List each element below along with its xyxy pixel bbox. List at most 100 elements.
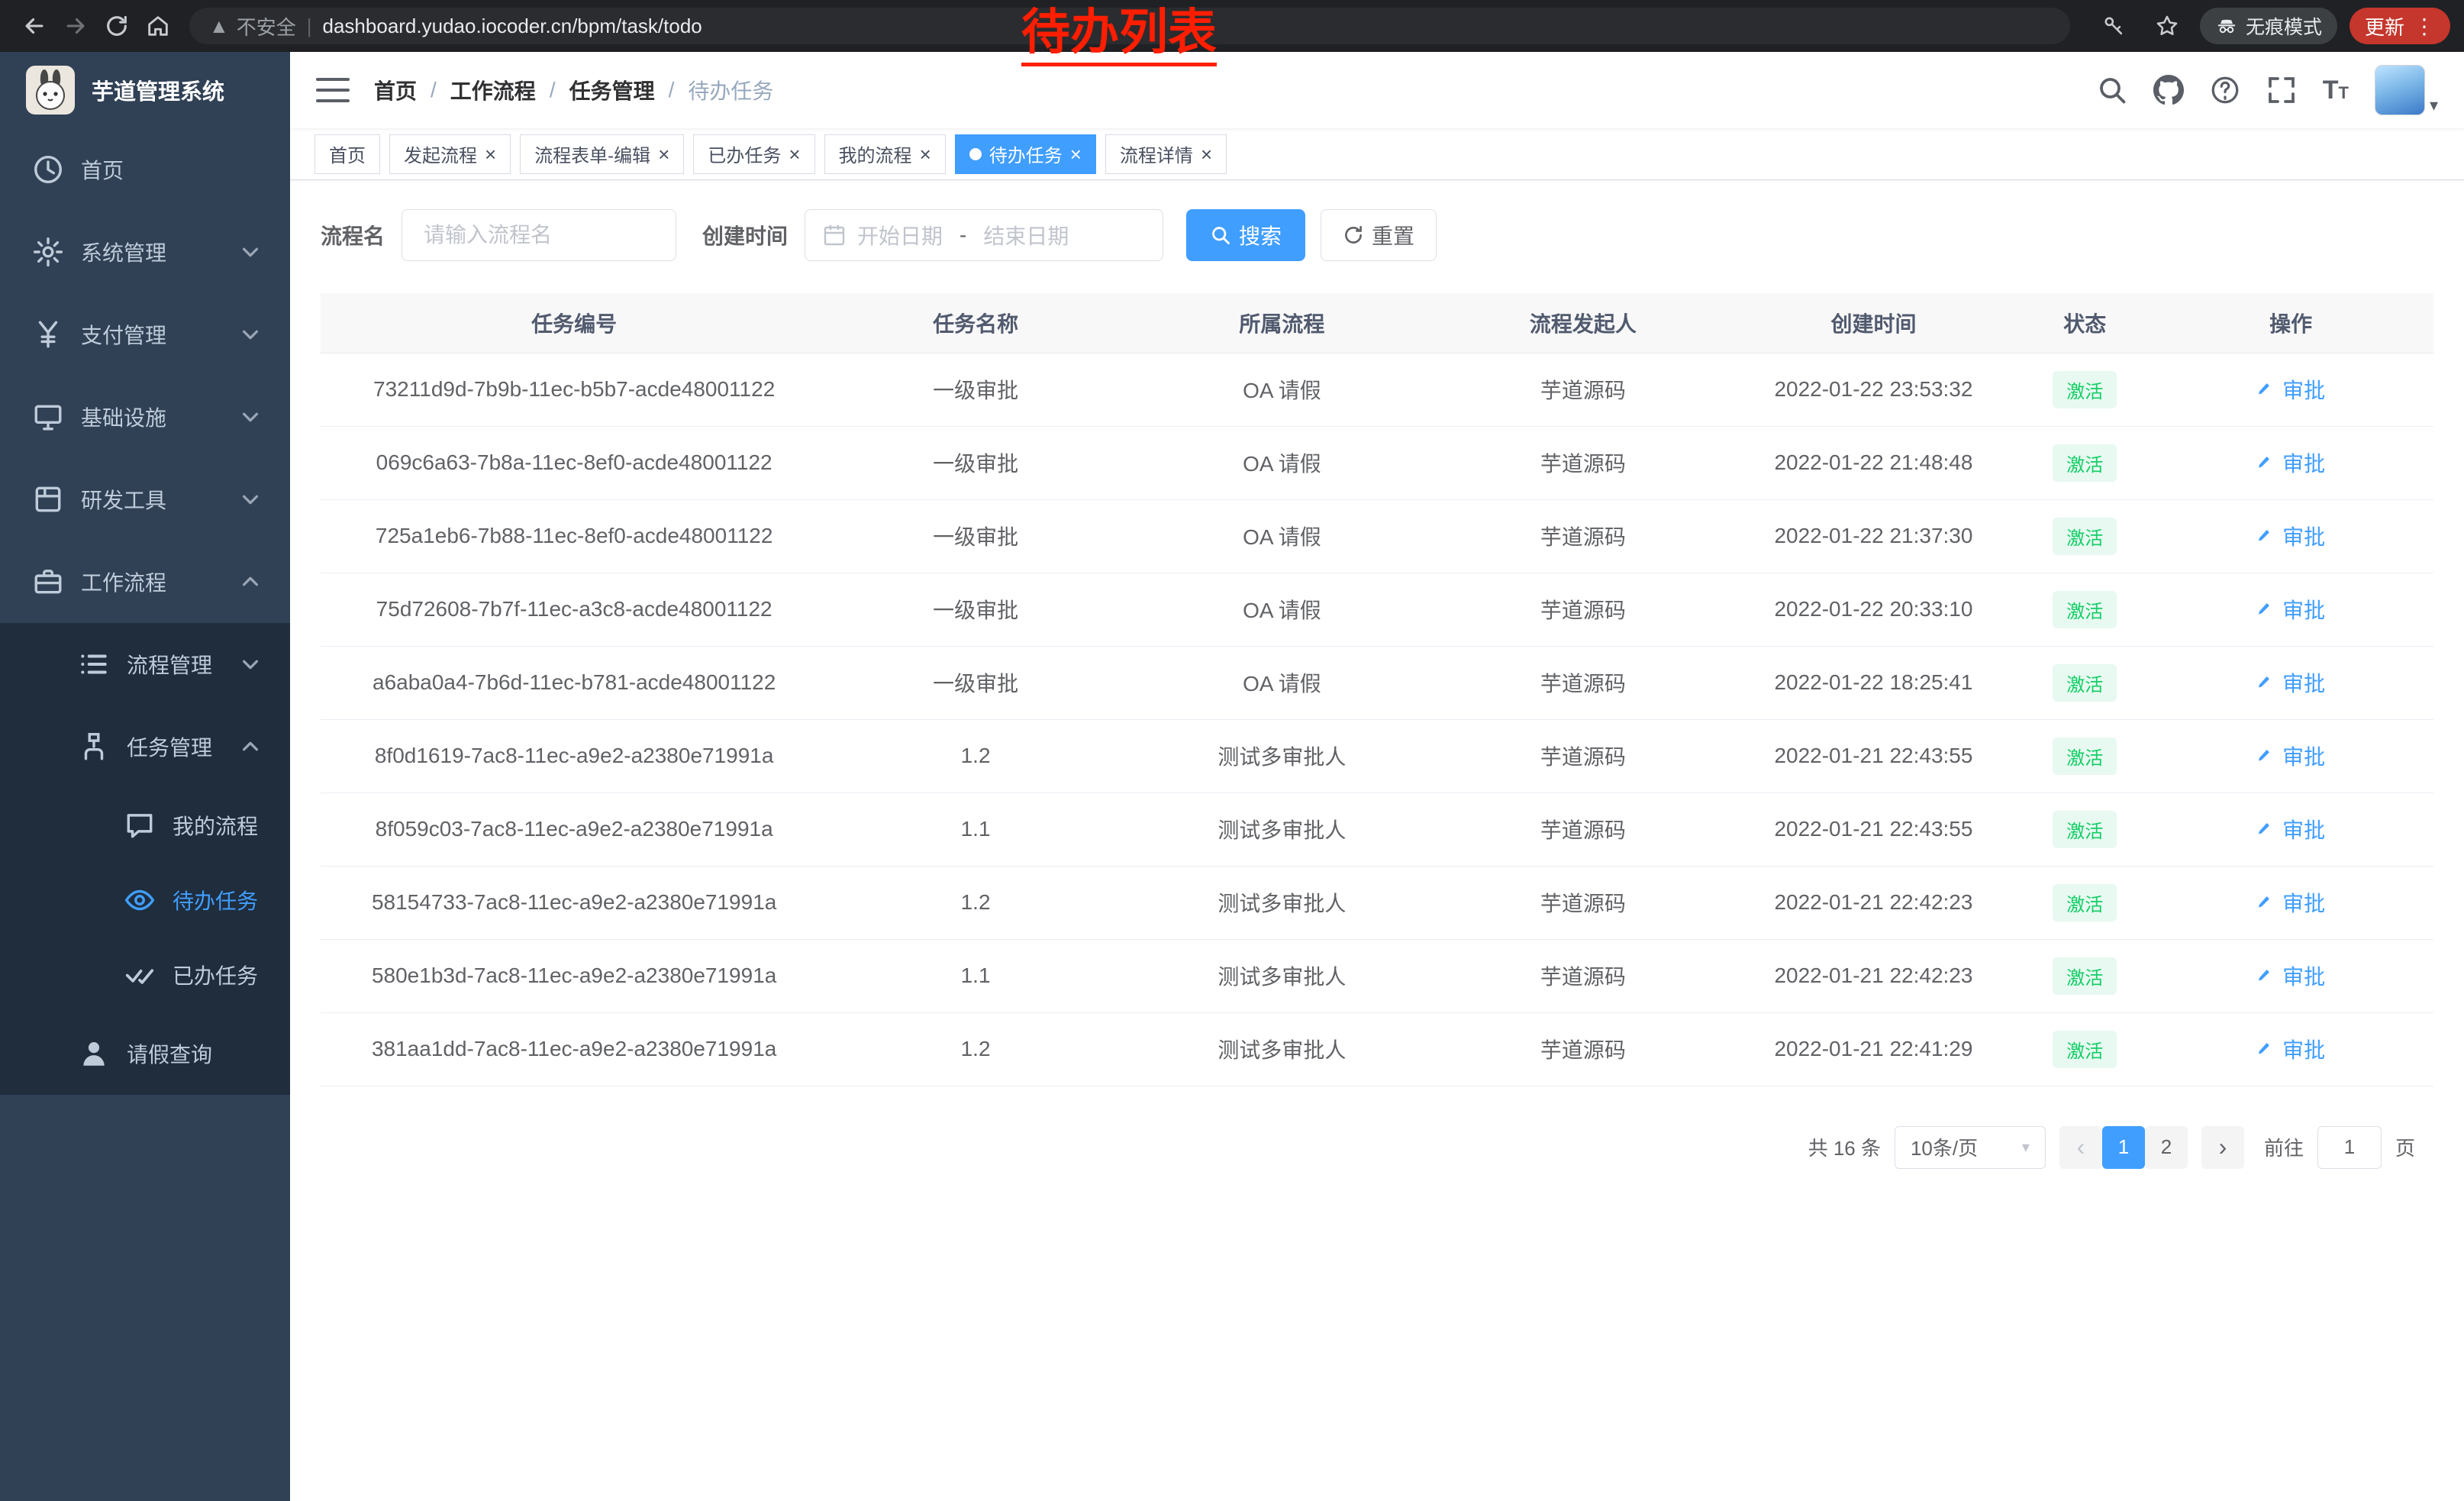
tab-6[interactable]: 流程详情×	[1105, 134, 1227, 174]
sidebar-item-my-process[interactable]: 我的流程	[0, 788, 290, 863]
table-cell: 激活	[2021, 646, 2148, 719]
infrastructure-icon	[32, 401, 64, 433]
chevron-down-icon	[240, 406, 261, 428]
status-badge: 激活	[2053, 518, 2117, 555]
table-cell: 2022-01-21 22:42:23	[1726, 939, 2022, 1012]
approve-link[interactable]: 审批	[2256, 814, 2325, 844]
tab-4[interactable]: 我的流程×	[824, 134, 946, 174]
sidebar-item-leave-query[interactable]: 请假查询	[0, 1012, 290, 1095]
tab-5[interactable]: 待办任务×	[955, 134, 1096, 174]
app-logo-row[interactable]: 芋道管理系统	[0, 52, 290, 128]
end-date-placeholder: 结束日期	[983, 220, 1069, 250]
page-button-1[interactable]: 1	[2102, 1126, 2145, 1169]
sidebar-item-done-tasks[interactable]: 已办任务	[0, 938, 290, 1012]
security-label: 不安全	[237, 12, 296, 40]
approve-link[interactable]: 审批	[2256, 887, 2325, 918]
approve-link[interactable]: 审批	[2256, 374, 2325, 405]
breadcrumb-item[interactable]: 任务管理	[569, 75, 655, 105]
sidebar-item-todo-tasks[interactable]: 待办任务	[0, 863, 290, 938]
edit-pen-icon	[2256, 819, 2276, 839]
approve-link[interactable]: 审批	[2256, 521, 2325, 551]
close-icon[interactable]: ×	[485, 144, 496, 164]
github-icon[interactable]	[2153, 75, 2184, 105]
close-icon[interactable]: ×	[658, 144, 669, 164]
bookmark-star-icon[interactable]	[2146, 5, 2188, 47]
prev-page-button[interactable]: ‹	[2059, 1126, 2102, 1169]
tab-0[interactable]: 首页	[314, 134, 380, 174]
close-icon[interactable]: ×	[1201, 144, 1212, 164]
table-cell: OA 请假	[1124, 426, 1440, 499]
sidebar-item-workflow[interactable]: 工作流程	[0, 541, 290, 623]
chevron-down-icon	[240, 654, 261, 675]
forward-icon[interactable]	[55, 5, 96, 47]
table-cell: 芋道源码	[1440, 573, 1726, 646]
table-cell: 芋道源码	[1440, 792, 1726, 866]
table-row: 8f059c03-7ac8-11ec-a9e2-a2380e71991a1.1测…	[321, 792, 2433, 866]
sidebar-item-home[interactable]: 首页	[0, 128, 290, 211]
table-cell: 激活	[2021, 426, 2148, 499]
table-cell: 2022-01-21 22:43:55	[1726, 792, 2022, 866]
status-badge: 激活	[2053, 811, 2117, 848]
tab-1[interactable]: 发起流程×	[389, 134, 511, 174]
approve-link[interactable]: 审批	[2256, 741, 2325, 771]
status-badge: 激活	[2053, 738, 2117, 775]
home-icon[interactable]	[137, 5, 179, 47]
approve-link[interactable]: 审批	[2256, 960, 2325, 991]
approve-link[interactable]: 审批	[2256, 447, 2325, 478]
incognito-badge: 无痕模式	[2200, 8, 2337, 44]
breadcrumb-separator: /	[431, 78, 437, 102]
done-icon	[124, 959, 156, 991]
back-icon[interactable]	[14, 5, 55, 47]
sidebar-item-devtools[interactable]: 研发工具	[0, 458, 290, 541]
reload-icon[interactable]	[96, 5, 137, 47]
sidebar-item-infrastructure[interactable]: 基础设施	[0, 376, 290, 458]
status-badge: 激活	[2053, 884, 2117, 922]
table-cell: 芋道源码	[1440, 426, 1726, 499]
annotation-overlay: 待办列表	[1021, 2, 1217, 66]
sidebar-item-payment[interactable]: 支付管理	[0, 293, 290, 376]
password-key-icon[interactable]	[2093, 5, 2134, 47]
sidebar-item-process-management[interactable]: 流程管理	[0, 623, 290, 705]
browser-chrome: ▲ 不安全 | dashboard.yudao.iocoder.cn/bpm/t…	[0, 0, 2464, 52]
sidebar-item-task-management[interactable]: 任务管理	[0, 705, 290, 788]
close-icon[interactable]: ×	[920, 144, 931, 164]
sidebar-menu: 首页系统管理支付管理基础设施研发工具工作流程流程管理任务管理我的流程待办任务已办…	[0, 128, 290, 1095]
column-header: 流程发起人	[1440, 293, 1726, 353]
edit-pen-icon	[2256, 453, 2276, 473]
sidebar-item-system[interactable]: 系统管理	[0, 211, 290, 293]
date-range-picker[interactable]: 开始日期 - 结束日期	[805, 209, 1163, 261]
fullscreen-icon[interactable]	[2266, 75, 2297, 105]
font-size-icon[interactable]: TT	[2323, 76, 2349, 105]
user-menu[interactable]: ▾	[2375, 65, 2438, 115]
breadcrumb-item[interactable]: 首页	[374, 75, 417, 105]
table-cell: 测试多审批人	[1124, 866, 1440, 939]
screen: ▲ 不安全 | dashboard.yudao.iocoder.cn/bpm/t…	[0, 0, 2464, 1501]
tab-3[interactable]: 已办任务×	[693, 134, 814, 174]
table-cell: 一级审批	[827, 426, 1124, 499]
next-page-button[interactable]: ›	[2201, 1126, 2244, 1169]
reset-button[interactable]: 重置	[1321, 209, 1437, 261]
edit-pen-icon	[2256, 379, 2276, 399]
page-size-select[interactable]: 10条/页 ▾	[1895, 1126, 2046, 1169]
hamburger-icon[interactable]	[316, 73, 350, 107]
search-button[interactable]: 搜索	[1186, 209, 1305, 261]
menu-dots-icon[interactable]: ⋮	[2414, 14, 2435, 39]
edit-pen-icon	[2256, 526, 2276, 546]
breadcrumb-item[interactable]: 工作流程	[450, 75, 536, 105]
breadcrumb-separator: /	[550, 78, 556, 102]
approve-link[interactable]: 审批	[2256, 594, 2325, 625]
process-name-input[interactable]	[402, 209, 676, 261]
goto-page-input[interactable]	[2317, 1126, 2382, 1169]
table-cell: 2022-01-22 23:53:32	[1726, 353, 2022, 426]
close-icon[interactable]: ×	[1070, 144, 1082, 164]
close-icon[interactable]: ×	[789, 144, 800, 164]
approve-link[interactable]: 审批	[2256, 1034, 2325, 1064]
tab-2[interactable]: 流程表单-编辑×	[520, 134, 684, 174]
approve-link[interactable]: 审批	[2256, 667, 2325, 698]
page-button-2[interactable]: 2	[2145, 1126, 2188, 1169]
avatar	[2375, 65, 2425, 115]
table-cell: 芋道源码	[1440, 646, 1726, 719]
help-icon[interactable]	[2210, 75, 2240, 105]
chrome-update-button[interactable]: 更新 ⋮	[2350, 8, 2450, 44]
search-icon[interactable]	[2097, 75, 2127, 105]
